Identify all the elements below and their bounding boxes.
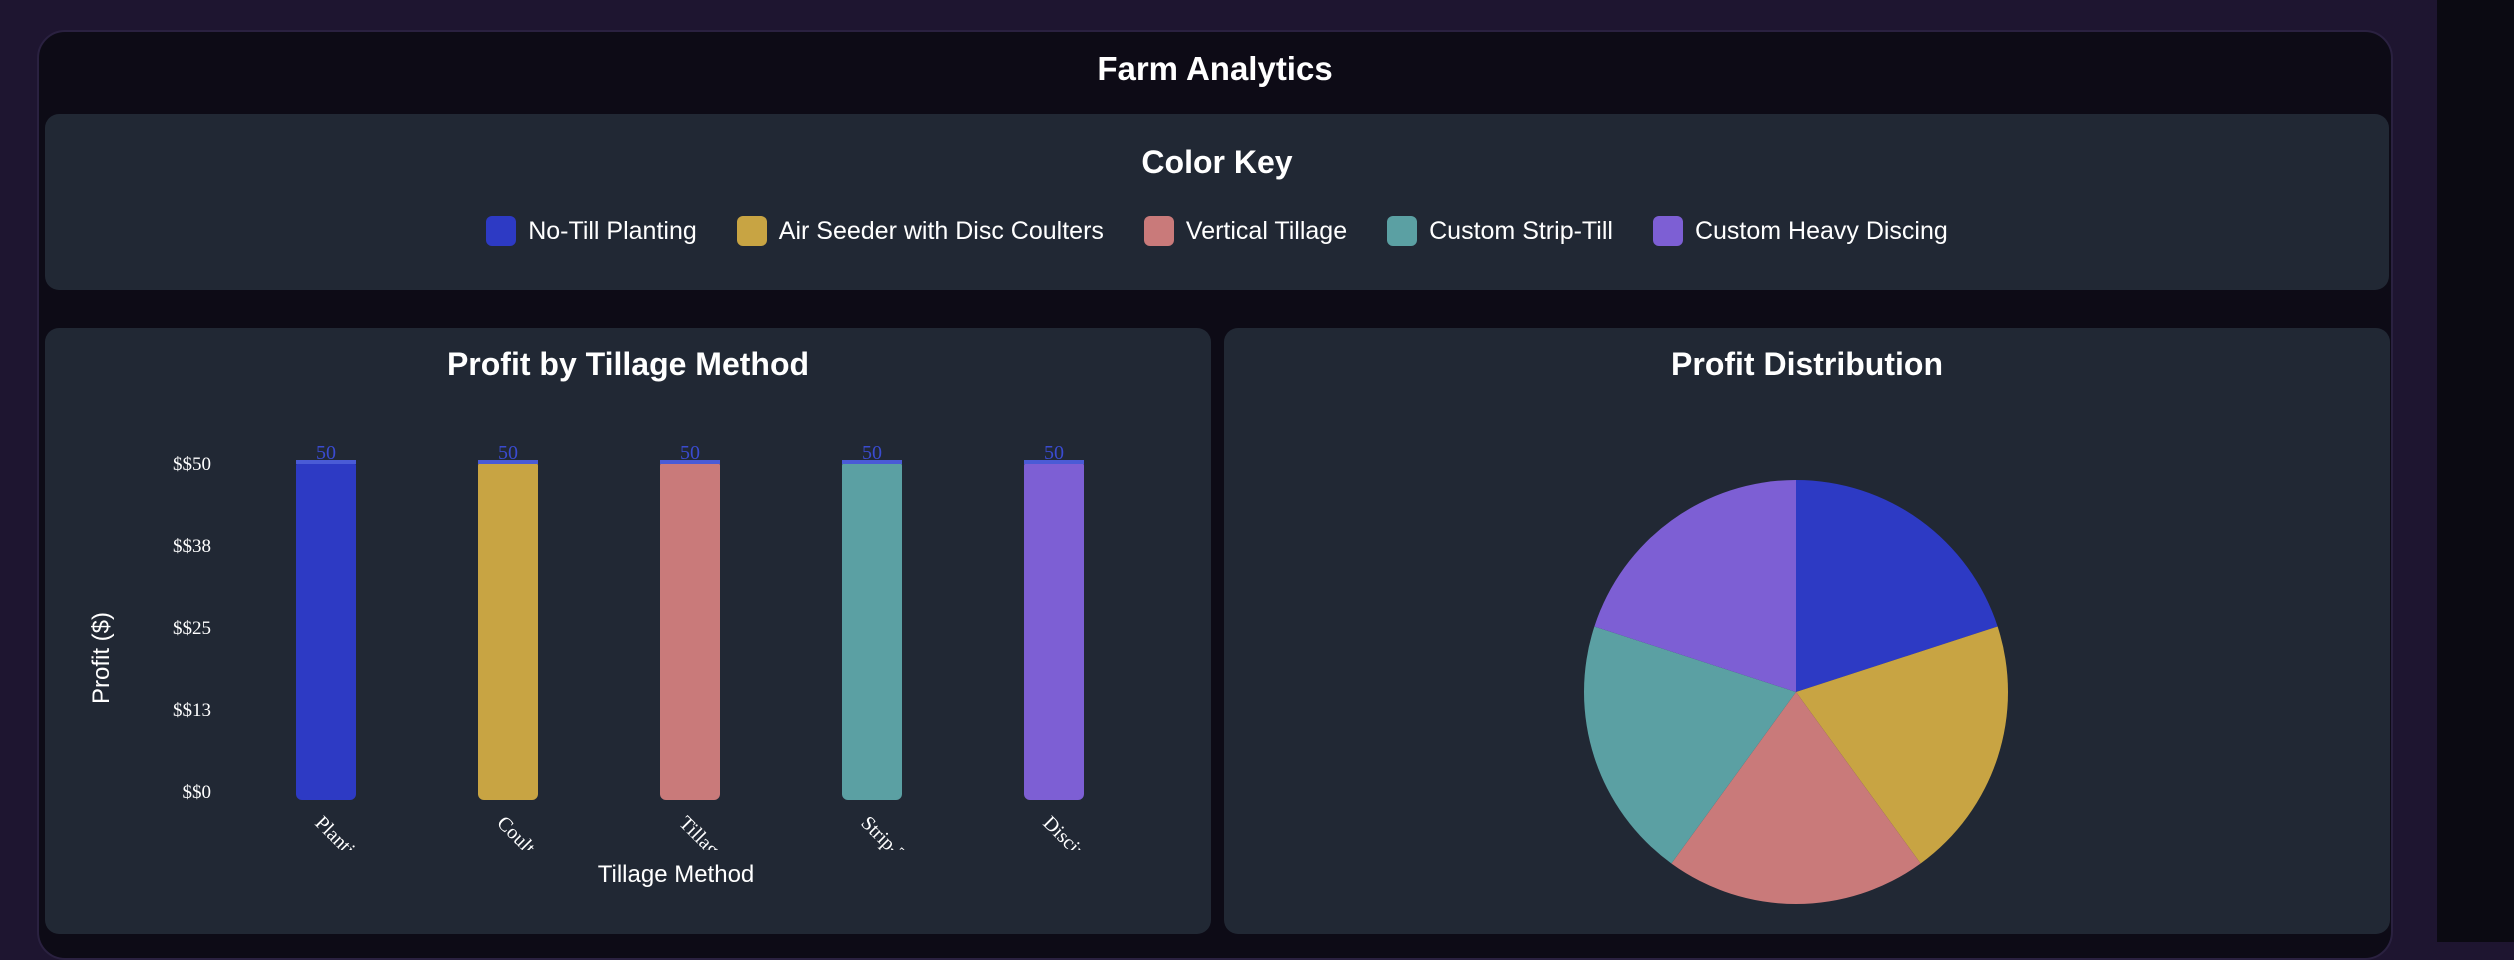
- bar: [478, 460, 538, 800]
- dashboard-window: Farm Analytics Color Key No-Till Plantin…: [37, 30, 2393, 960]
- y-tick-label: $$25: [173, 618, 211, 639]
- data-label: 50: [862, 442, 882, 464]
- legend-swatch: [736, 216, 767, 246]
- x-tick-label: Discir: [1038, 812, 1088, 862]
- legend-swatch: [1387, 216, 1418, 246]
- data-label: 50: [1044, 442, 1064, 464]
- legend-label: Air Seeder with Disc Coulters: [778, 216, 1104, 245]
- data-label: 50: [498, 442, 518, 464]
- color-key-panel: Color Key No-Till Planting Air Seeder wi…: [45, 114, 2389, 290]
- x-tick-label: Planti: [310, 812, 359, 861]
- legend-item-heavy-discing: Custom Heavy Discing: [1652, 216, 1948, 246]
- bar: [842, 460, 902, 800]
- bar: [296, 460, 356, 800]
- legend-swatch: [1652, 216, 1683, 246]
- legend-item-vertical-tillage: Vertical Tillage: [1143, 216, 1348, 246]
- data-label: 50: [680, 442, 700, 464]
- y-tick-label: $$0: [183, 782, 212, 803]
- legend-label: Custom Heavy Discing: [1694, 216, 1948, 245]
- legend-title: Color Key: [1141, 144, 1293, 180]
- x-tick-label: Coult: [492, 812, 539, 859]
- legend-label: Custom Strip-Till: [1429, 216, 1613, 245]
- x-tick-label: Tillag: [674, 812, 723, 861]
- y-tick-label: $$38: [173, 536, 211, 557]
- data-label: 50: [316, 442, 336, 464]
- y-tick-label: $$13: [173, 700, 211, 721]
- pie-chart-panel: Profit Distribution: [1224, 328, 2390, 934]
- legend-items: No-Till Planting Air Seeder with Disc Co…: [45, 216, 2389, 246]
- bar-chart-panel: Profit by Tillage Method $$0 $$13 $$25 $$38…: [45, 328, 1211, 934]
- y-axis-label: Profit ($): [88, 612, 115, 704]
- x-axis-label: Tillage Method: [598, 861, 755, 888]
- legend-item-air-seeder: Air Seeder with Disc Coulters: [736, 216, 1104, 246]
- bar: [660, 460, 720, 800]
- legend-swatch: [486, 216, 517, 246]
- page-title: Farm Analytics: [1097, 50, 1333, 87]
- window-edge: [2437, 0, 2514, 942]
- legend-label: Vertical Tillage: [1185, 216, 1348, 245]
- legend-label: No-Till Planting: [528, 216, 697, 245]
- pie-chart: [1584, 480, 2008, 904]
- legend-item-no-till: No-Till Planting: [486, 216, 697, 246]
- legend-swatch: [1143, 216, 1174, 246]
- legend-item-strip-till: Custom Strip-Till: [1387, 216, 1613, 246]
- bar-chart: $$0 $$13 $$25 $$38 $$50 Profit ($) Tillage Met…: [88, 442, 1089, 888]
- y-tick-label: $$50: [173, 454, 211, 475]
- bar: [1024, 460, 1084, 800]
- x-tick-label: Strip-T: [856, 812, 912, 868]
